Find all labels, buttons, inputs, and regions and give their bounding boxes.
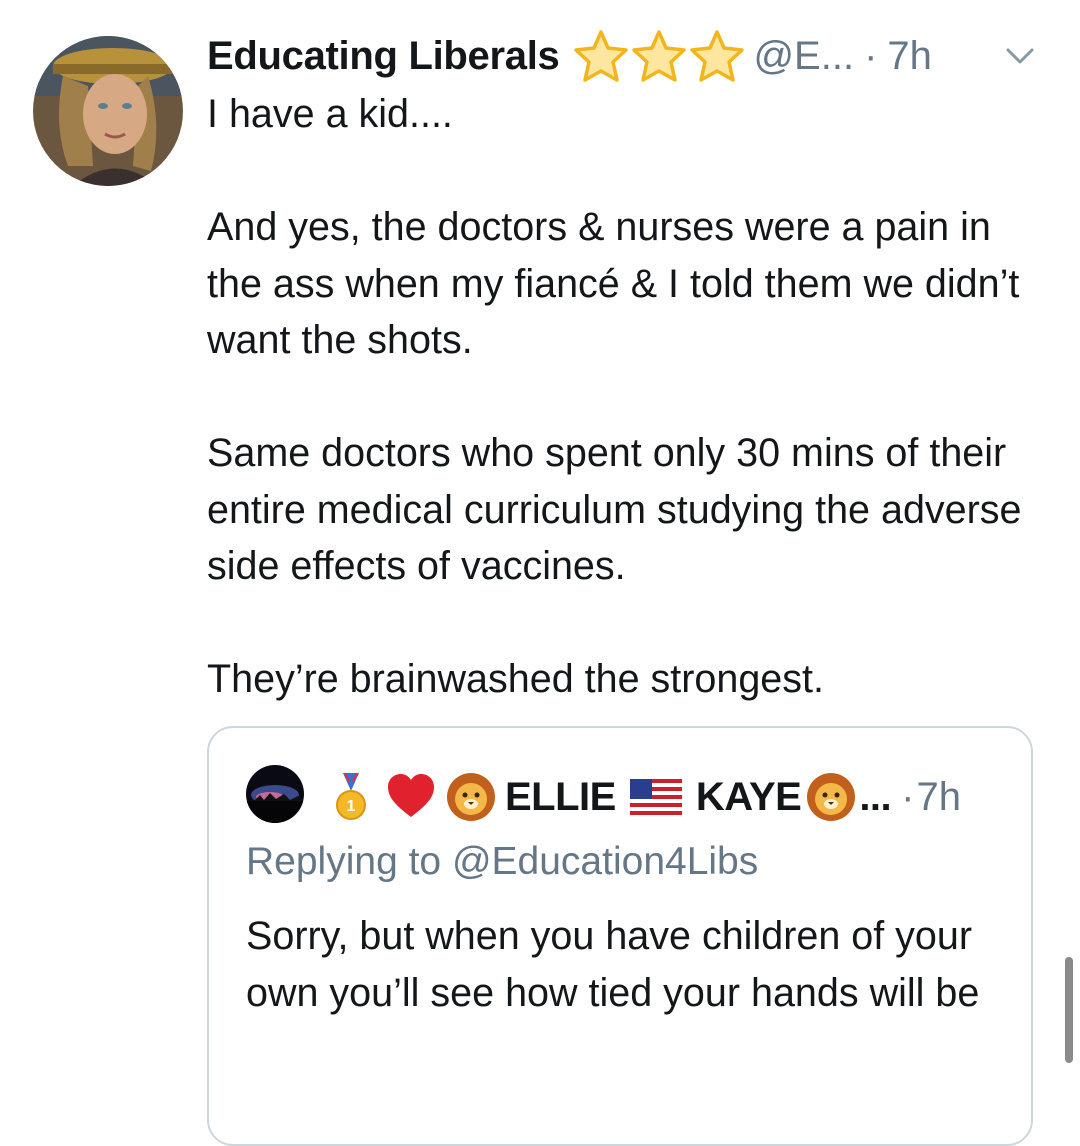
quoted-tweet-card[interactable]: 1 ELLIE KAYE ... · 7h Replying to @Educa…	[207, 726, 1033, 1146]
medal-emoji-icon: 1	[336, 772, 366, 820]
author-handle[interactable]: @E...	[753, 34, 854, 79]
quoted-tweet-text: Sorry, but when you have children of you…	[246, 914, 980, 1015]
tweet-header: Educating Liberals @E... · 7h	[207, 28, 932, 84]
quoted-tweet-header: 1 ELLIE KAYE ... · 7h	[325, 766, 961, 828]
quoted-author-name-part2[interactable]: KAYE	[696, 775, 802, 820]
star-emoji-icon	[574, 30, 629, 82]
star-emoji-icon	[632, 30, 687, 82]
tweet-paragraph: They’re brainwashed the strongest.	[207, 657, 824, 701]
us-flag-emoji-icon	[629, 779, 682, 815]
red-heart-emoji-icon	[388, 774, 434, 817]
tweet-paragraph: And yes, the doctors & nurses were a pai…	[207, 205, 1020, 362]
svg-text:1: 1	[347, 798, 356, 815]
quoted-meta-separator: ·	[901, 774, 915, 819]
chevron-down-icon[interactable]	[998, 34, 1042, 78]
meta-separator: ·	[864, 33, 878, 78]
author-avatar[interactable]	[33, 36, 183, 186]
quoted-tweet-timestamp[interactable]: 7h	[916, 775, 961, 820]
name-truncation-ellipsis: ...	[859, 774, 892, 819]
tweet-paragraph: I have a kid....	[207, 92, 453, 136]
star-emoji-icon	[690, 30, 745, 82]
scrollbar-thumb[interactable]	[1065, 957, 1073, 1063]
tweet-paragraph: Same doctors who spent only 30 mins of t…	[207, 431, 1022, 588]
quoted-author-name-part1[interactable]: ELLIE	[505, 775, 616, 820]
tweet-text: I have a kid.... And yes, the doctors & …	[207, 86, 1047, 708]
author-name[interactable]: Educating Liberals	[207, 34, 560, 79]
tweet-timestamp[interactable]: 7h	[887, 34, 932, 79]
author-name-emojis	[573, 29, 745, 83]
lion-emoji-icon	[807, 773, 856, 821]
lion-emoji-icon	[447, 773, 495, 821]
replying-to-line[interactable]: Replying to @Education4Libs	[246, 840, 758, 884]
quoted-author-avatar[interactable]	[246, 765, 304, 823]
